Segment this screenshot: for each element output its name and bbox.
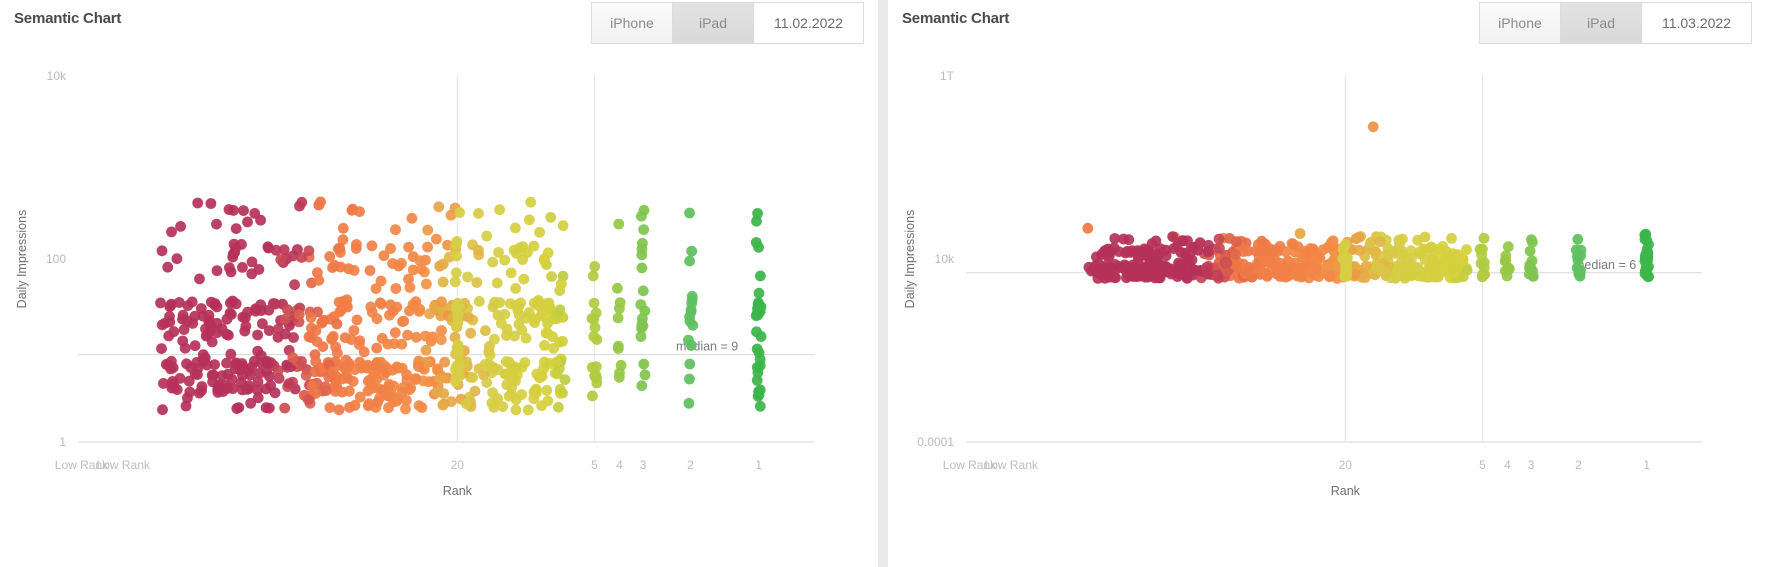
panel-left-toolbar: iPhone iPad 11.02.2022 — [590, 2, 864, 44]
panel-left-header: Semantic Chart iPhone iPad 11.02.2022 — [0, 0, 878, 46]
svg-text:4: 4 — [1504, 458, 1511, 472]
svg-text:20: 20 — [1339, 458, 1353, 472]
panel-right-toolbar: iPhone iPad 11.03.2022 — [1478, 2, 1752, 44]
segment-ipad-2[interactable]: iPad — [1559, 2, 1641, 44]
svg-text:Daily Impressions: Daily Impressions — [15, 210, 29, 309]
panel-right-plot: 1T 10k 0.0001 median = 6 Daily Impressions Lo… — [888, 46, 1766, 567]
svg-text:20: 20 — [451, 458, 465, 472]
svg-text:3: 3 — [1528, 458, 1535, 472]
panel-divider — [878, 0, 888, 567]
svg-text:10k: 10k — [935, 252, 955, 266]
dual-chart-app: Semantic Chart iPhone iPad 11.02.2022 10… — [0, 0, 1766, 567]
page-title-2: Semantic Chart — [902, 10, 1010, 27]
page-title: Semantic Chart — [14, 10, 122, 27]
scatter-chart-left[interactable]: 10k1001median = 9Daily ImpressionsLow Ra… — [0, 46, 878, 567]
date-picker[interactable]: 11.02.2022 — [752, 2, 864, 44]
panel-right: Semantic Chart iPhone iPad 11.03.2022 1T… — [888, 0, 1766, 567]
svg-text:Rank: Rank — [443, 484, 473, 498]
svg-text:10k: 10k — [47, 69, 67, 83]
svg-text:1T: 1T — [940, 69, 955, 83]
scatter-points — [1082, 121, 1654, 284]
svg-text:2: 2 — [687, 458, 694, 472]
panel-left-plot: 10k 100 1 median = 9 Daily Impressions Low Ra… — [0, 46, 878, 567]
panel-right-header: Semantic Chart iPhone iPad 11.03.2022 — [888, 0, 1766, 46]
date-picker-2[interactable]: 11.03.2022 — [1640, 2, 1752, 44]
segment-iphone[interactable]: iPhone — [590, 2, 672, 44]
panel-left: Semantic Chart iPhone iPad 11.02.2022 10… — [0, 0, 878, 567]
svg-text:2: 2 — [1575, 458, 1582, 472]
segment-iphone-2[interactable]: iPhone — [1478, 2, 1560, 44]
svg-text:1: 1 — [1643, 458, 1650, 472]
svg-text:Daily Impressions: Daily Impressions — [903, 210, 917, 309]
svg-text:Low Rank: Low Rank — [97, 458, 151, 472]
svg-text:Rank: Rank — [1331, 484, 1361, 498]
svg-text:100: 100 — [46, 252, 66, 266]
svg-text:1: 1 — [59, 435, 66, 449]
svg-text:4: 4 — [616, 458, 623, 472]
svg-text:Low Rank: Low Rank — [985, 458, 1039, 472]
svg-text:3: 3 — [640, 458, 647, 472]
segment-ipad[interactable]: iPad — [671, 2, 753, 44]
svg-text:5: 5 — [1479, 458, 1486, 472]
scatter-points — [155, 196, 767, 416]
scatter-chart-right[interactable]: 1T10k0.0001median = 6Daily ImpressionsLo… — [888, 46, 1766, 567]
svg-text:0.0001: 0.0001 — [917, 435, 954, 449]
svg-text:5: 5 — [591, 458, 598, 472]
svg-text:1: 1 — [755, 458, 762, 472]
